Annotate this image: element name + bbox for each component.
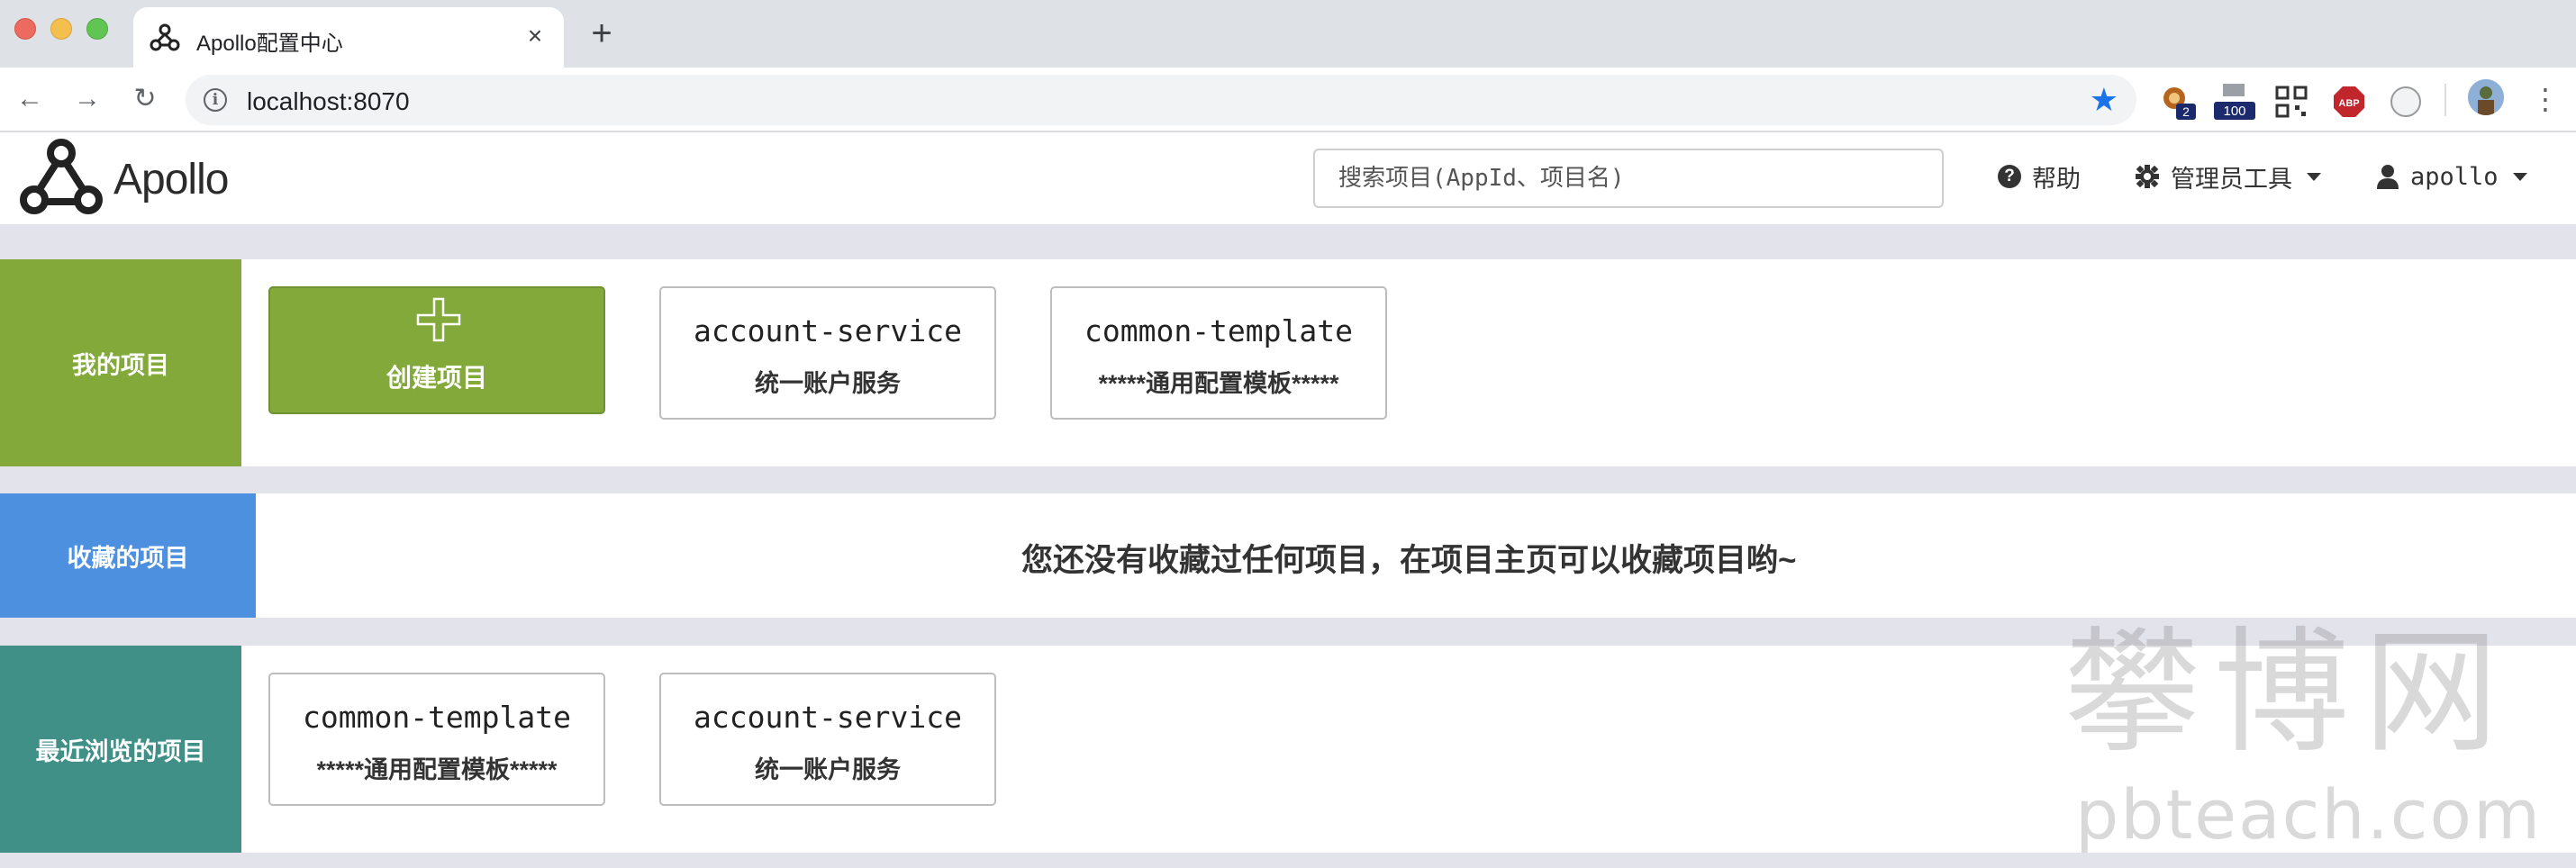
window-minimize-button[interactable] <box>50 18 72 40</box>
extension-badge-icon[interactable]: 2 <box>2160 84 2198 120</box>
admin-tools-label: 管理员工具 <box>2171 165 2292 193</box>
profile-avatar[interactable] <box>2468 79 2504 115</box>
project-app-id: common-template <box>302 700 571 735</box>
project-app-id: account-service <box>693 700 962 735</box>
apollo-favicon-icon <box>150 23 180 51</box>
caret-down-icon <box>2512 172 2527 181</box>
username-label: apollo <box>2410 162 2499 191</box>
favorites-empty-message: 您还没有收藏过任何项目，在项目主页可以收藏项目哟~ <box>1021 543 1797 578</box>
favorite-projects-label: 收藏的项目 <box>0 493 256 618</box>
user-icon <box>2377 165 2399 189</box>
new-tab-button[interactable]: + <box>584 15 620 52</box>
address-bar[interactable]: i localhost:8070 ★ <box>186 75 2136 125</box>
url-text[interactable]: localhost:8070 <box>247 87 410 116</box>
logo-text[interactable]: Apollo <box>113 155 229 204</box>
adblock-plus-icon[interactable]: ABP <box>2333 84 2365 120</box>
tab-close-icon[interactable]: × <box>519 20 551 52</box>
my-projects-label: 我的项目 <box>0 259 241 466</box>
recent-projects-label: 最近浏览的项目 <box>0 646 241 853</box>
project-card[interactable]: common-template *****通用配置模板***** <box>268 673 605 806</box>
project-app-id: account-service <box>693 313 962 348</box>
window-close-button[interactable] <box>14 18 36 40</box>
question-circle-icon: ? <box>1998 165 2021 188</box>
create-project-button[interactable]: 创建项目 <box>268 286 605 414</box>
bookmark-star-icon[interactable]: ★ <box>2090 82 2118 118</box>
admin-tools-menu[interactable]: 管理员工具 <box>2135 158 2321 194</box>
tab-title: Apollo配置中心 <box>196 32 343 56</box>
project-card[interactable]: common-template *****通用配置模板***** <box>1050 286 1387 420</box>
create-project-label: 创建项目 <box>385 364 487 392</box>
help-label: 帮助 <box>2032 165 2081 193</box>
browser-tab-strip: Apollo配置中心 × + <box>0 0 2576 68</box>
adblock-label: ABP <box>2338 98 2359 109</box>
reload-icon[interactable]: ↻ <box>126 80 164 118</box>
compass-icon[interactable] <box>2389 84 2423 120</box>
browser-toolbar: ← → ↻ i localhost:8070 ★ 2 100 ABP ⋮ <box>0 68 2576 132</box>
qr-code-icon[interactable] <box>2275 84 2308 120</box>
window-zoom-button[interactable] <box>86 18 108 40</box>
plus-icon <box>416 297 461 342</box>
caret-down-icon <box>2307 172 2321 181</box>
site-info-icon[interactable]: i <box>204 88 227 112</box>
project-name: 统一账户服务 <box>755 370 901 397</box>
watermark-en: pbteach.com <box>2075 774 2543 854</box>
extension-counter-value: 100 <box>2223 104 2245 119</box>
project-name: *****通用配置模板***** <box>316 756 558 783</box>
browser-tab-active[interactable]: Apollo配置中心 × <box>133 7 564 68</box>
browser-menu-icon[interactable]: ⋮ <box>2531 80 2560 118</box>
apollo-logo-icon[interactable] <box>16 137 106 220</box>
help-menu[interactable]: ? 帮助 <box>1998 158 2081 194</box>
forward-arrow-icon[interactable]: → <box>68 80 106 118</box>
back-arrow-icon[interactable]: ← <box>11 80 49 118</box>
project-search-input[interactable] <box>1315 150 1942 206</box>
project-name: *****通用配置模板***** <box>1098 370 1339 397</box>
avatar-icon <box>2468 79 2504 115</box>
project-name: 统一账户服务 <box>755 756 901 783</box>
user-menu[interactable]: apollo <box>2376 158 2527 194</box>
gear-icon <box>2136 165 2159 188</box>
project-search-box[interactable] <box>1313 149 1944 208</box>
project-card[interactable]: account-service 统一账户服务 <box>659 673 996 806</box>
watermark-cn: 攀博网 <box>2064 615 2514 772</box>
my-projects-section: 我的项目 创建项目 account-service 统一账户服务 common-… <box>0 259 2576 466</box>
project-app-id: common-template <box>1084 313 1353 348</box>
project-card[interactable]: account-service 统一账户服务 <box>659 286 996 420</box>
extension-badge-count: 2 <box>2182 104 2190 119</box>
toolbar-separator <box>2444 84 2446 116</box>
extension-counter-icon[interactable]: 100 <box>2212 84 2257 120</box>
